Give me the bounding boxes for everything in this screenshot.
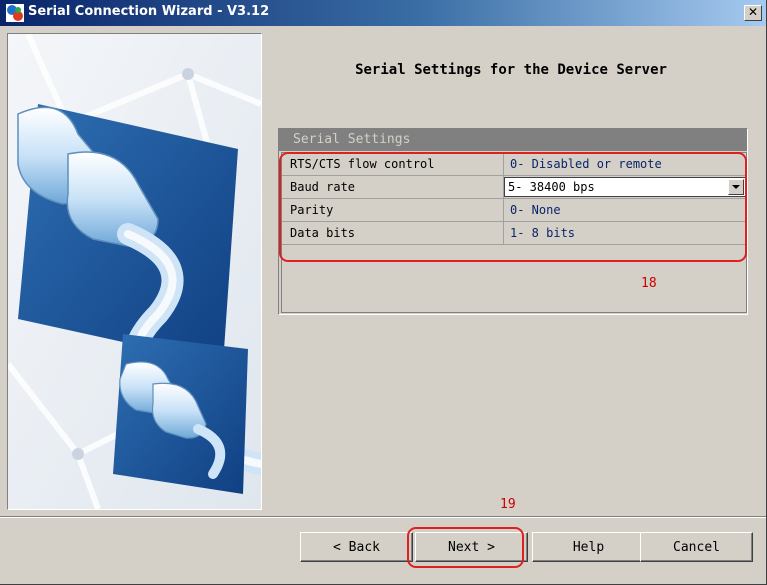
group-title: Serial Settings (279, 129, 747, 151)
row-label: Data bits (290, 226, 356, 240)
column-divider (503, 199, 504, 221)
serial-connector-illustration (8, 34, 261, 509)
row-label: Baud rate (290, 180, 356, 194)
serial-settings-group: Serial Settings RTS/CTS flow control 0- … (278, 128, 748, 315)
footer-divider (0, 516, 766, 518)
row-value[interactable]: 0- Disabled or remote (510, 157, 662, 171)
back-button[interactable]: < Back (300, 532, 413, 562)
row-value[interactable]: 0- None (510, 203, 561, 217)
page-heading: Serial Settings for the Device Server (355, 62, 667, 78)
close-icon: ✕ (747, 5, 759, 19)
dropdown-button[interactable] (728, 179, 744, 195)
annotation-marker: 19 (500, 497, 516, 512)
row-data-bits[interactable]: Data bits 1- 8 bits (282, 222, 746, 245)
settings-grid: RTS/CTS flow control 0- Disabled or remo… (281, 152, 747, 313)
annotation-marker: 18 (641, 276, 657, 291)
row-flow-control[interactable]: RTS/CTS flow control 0- Disabled or remo… (282, 153, 746, 176)
wizard-window: Serial Connection Wizard - V3.12 ✕ Seria… (0, 0, 767, 585)
window-title: Serial Connection Wizard - V3.12 (28, 4, 270, 19)
row-label: Parity (290, 203, 334, 217)
row-value[interactable]: 1- 8 bits (510, 226, 575, 240)
wizard-illustration (7, 33, 262, 510)
column-divider (503, 153, 504, 175)
close-button[interactable]: ✕ (744, 5, 762, 21)
next-button[interactable]: Next > (415, 532, 528, 562)
column-divider (503, 222, 504, 244)
cancel-button[interactable]: Cancel (640, 532, 753, 562)
help-button[interactable]: Help (532, 532, 645, 562)
baud-rate-dropdown[interactable]: 5- 38400 bps (504, 177, 746, 197)
row-parity[interactable]: Parity 0- None (282, 199, 746, 222)
row-label: RTS/CTS flow control (290, 157, 435, 171)
dropdown-value: 5- 38400 bps (508, 180, 595, 194)
row-baud-rate[interactable]: Baud rate 5- 38400 bps (282, 176, 746, 199)
title-bar[interactable]: Serial Connection Wizard - V3.12 ✕ (0, 0, 766, 26)
wizard-app-icon (6, 4, 24, 22)
chevron-down-icon (732, 185, 740, 189)
